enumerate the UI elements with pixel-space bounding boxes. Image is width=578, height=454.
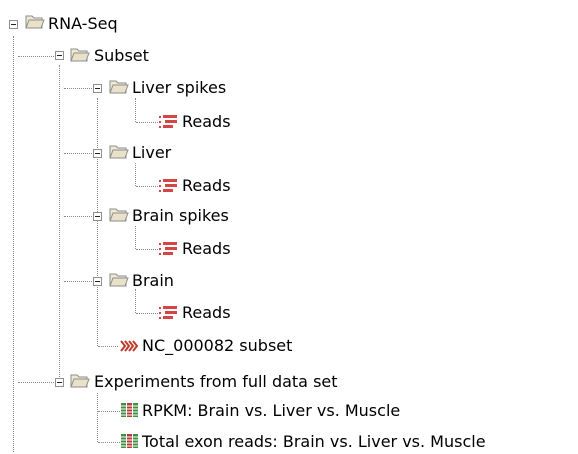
tree-node-brain[interactable]: Brain — [131, 270, 175, 292]
liver-spikes-reads-branch — [136, 122, 158, 123]
experiments-collapse-toggle[interactable] — [55, 378, 64, 387]
rpkm-branch — [98, 411, 120, 412]
liver-reads-branch — [136, 186, 158, 187]
reads-sequence-icon — [158, 113, 178, 131]
folder-open-icon — [109, 143, 129, 161]
experiments-children-connector — [97, 393, 98, 442]
subset-collapse-toggle[interactable] — [55, 51, 64, 60]
experiment-table-icon — [120, 401, 140, 419]
root-collapse-toggle[interactable] — [9, 20, 18, 29]
brain-collapse-toggle[interactable] — [93, 277, 102, 286]
navigation-tree: RNA-Seq Subset Liver spikes Reads Liver … — [0, 0, 578, 452]
tree-node-brain-spikes-reads[interactable]: Reads — [181, 238, 232, 260]
liver-collapse-toggle[interactable] — [93, 149, 102, 158]
tree-node-liver-spikes[interactable]: Liver spikes — [131, 77, 227, 99]
folder-open-icon — [70, 372, 90, 390]
experiment-table-icon — [120, 432, 140, 450]
brain-reads-branch — [136, 313, 158, 314]
reads-sequence-icon — [158, 304, 178, 322]
subset-branch — [18, 56, 54, 57]
tree-node-subset[interactable]: Subset — [93, 45, 150, 67]
brain-spikes-children-connector — [135, 226, 136, 249]
tree-node-liver-reads[interactable]: Reads — [181, 175, 232, 197]
tree-node-nc-000082-subset[interactable]: NC_000082 subset — [141, 335, 293, 357]
total-exon-branch — [98, 442, 120, 443]
experiments-branch — [18, 382, 54, 383]
tree-node-brain-reads[interactable]: Reads — [181, 302, 232, 324]
folder-open-icon — [109, 78, 129, 96]
liver-spikes-collapse-toggle[interactable] — [93, 84, 102, 93]
tree-node-rpkm[interactable]: RPKM: Brain vs. Liver vs. Muscle — [141, 400, 401, 422]
tree-node-rna-seq[interactable]: RNA-Seq — [47, 13, 119, 35]
liver-spikes-children-connector — [135, 98, 136, 122]
folder-open-icon — [70, 46, 90, 64]
brain-spikes-branch — [64, 216, 92, 217]
track-icon — [119, 337, 139, 355]
folder-open-icon — [109, 206, 129, 224]
brain-spikes-reads-branch — [136, 249, 158, 250]
tree-node-brain-spikes[interactable]: Brain spikes — [131, 205, 230, 227]
brain-spikes-collapse-toggle[interactable] — [93, 212, 102, 221]
liver-branch — [64, 153, 92, 154]
liver-children-connector — [135, 163, 136, 186]
folder-open-icon — [109, 271, 129, 289]
tree-node-liver[interactable]: Liver — [131, 142, 172, 164]
nc-subset-branch — [98, 346, 118, 347]
root-connector — [13, 36, 14, 452]
brain-branch — [64, 281, 92, 282]
subset-children-connector — [97, 98, 98, 346]
reads-sequence-icon — [158, 240, 178, 258]
brain-children-connector — [135, 289, 136, 313]
liver-spikes-branch — [64, 88, 92, 89]
tree-node-liver-spikes-reads[interactable]: Reads — [181, 111, 232, 133]
tree-node-experiments[interactable]: Experiments from full data set — [93, 371, 339, 393]
folder-open-icon — [25, 13, 45, 31]
reads-sequence-icon — [158, 177, 178, 195]
root-children-connector — [59, 65, 60, 383]
